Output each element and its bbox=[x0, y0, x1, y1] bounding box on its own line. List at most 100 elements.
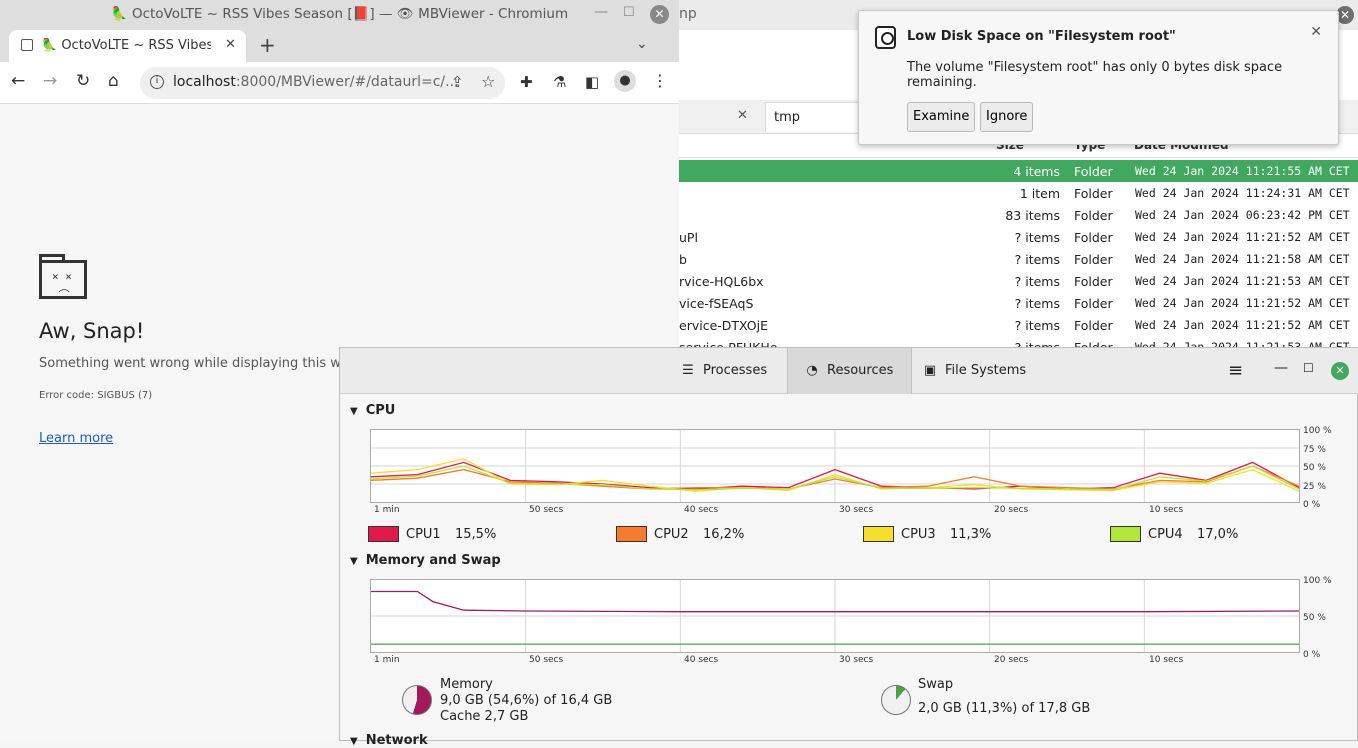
notification-body: The volume "Filesystem root" has only 0 … bbox=[907, 60, 1283, 90]
minimize-icon[interactable]: — bbox=[1274, 360, 1288, 376]
file-size: ? items bbox=[1014, 318, 1060, 333]
ignore-button[interactable]: Ignore bbox=[980, 102, 1034, 132]
swap-info: Swap 2,0 GB (11,3%) of 17,8 GB bbox=[918, 677, 1090, 717]
tab-label: tmp bbox=[774, 110, 801, 125]
file-name: b bbox=[679, 252, 687, 267]
memory-usage: 9,0 GB (54,6%) of 16,4 GB bbox=[440, 693, 613, 708]
extensions-icon[interactable]: ✚ bbox=[520, 73, 533, 91]
color-swatch[interactable] bbox=[616, 526, 647, 542]
tab-file-systems[interactable]: ▣ File Systems bbox=[915, 348, 1055, 394]
browser-tab[interactable]: 🦜 OctoVoLTE ~ RSS Vibes Season [📕] — 👁 M… bbox=[9, 30, 246, 62]
learn-more-link[interactable]: Learn more bbox=[39, 431, 113, 446]
x-tick-label: 30 secs bbox=[839, 505, 874, 515]
x-tick-label: 20 secs bbox=[994, 505, 1029, 515]
bookmark-star-icon[interactable]: ☆ bbox=[481, 72, 495, 91]
chromium-titlebar: 🦜 OctoVoLTE ~ RSS Vibes Season [📕] — 👁 M… bbox=[0, 0, 679, 30]
color-swatch[interactable] bbox=[368, 526, 399, 542]
y-tick-label: 100 % bbox=[1303, 426, 1332, 436]
disk-icon: ▣ bbox=[923, 363, 937, 378]
labs-flask-icon[interactable]: ⚗ bbox=[553, 73, 566, 91]
color-swatch[interactable] bbox=[1110, 526, 1141, 542]
file-name: vice-fSEAqS bbox=[679, 296, 754, 311]
disk-icon bbox=[875, 26, 896, 49]
file-row[interactable]: 83 items Folder Wed 24 Jan 2024 06:23:42 P… bbox=[679, 204, 1358, 226]
window-title: 🦜 OctoVoLTE ~ RSS Vibes Season [📕] — 👁 M… bbox=[110, 6, 569, 22]
cpu-legend-item[interactable]: CPU1 15,5% bbox=[368, 526, 568, 544]
cpu-legend-item[interactable]: CPU4 17,0% bbox=[1110, 526, 1310, 544]
file-type: Folder bbox=[1074, 164, 1113, 179]
file-type: Folder bbox=[1074, 230, 1113, 245]
file-date: Wed 24 Jan 2024 11:21:58 AM CET bbox=[1135, 252, 1350, 266]
x-tick-label: 50 secs bbox=[529, 505, 564, 515]
swap-pie-icon bbox=[881, 685, 911, 715]
close-tab-icon[interactable]: ✕ bbox=[225, 37, 236, 52]
examine-button[interactable]: Examine bbox=[907, 102, 976, 132]
expander-icon: ▼ bbox=[350, 406, 358, 417]
tab-title: 🦜 OctoVoLTE ~ RSS Vibes Season [📕] — 👁 M… bbox=[41, 38, 211, 53]
file-date: Wed 24 Jan 2024 11:21:52 AM CET bbox=[1135, 318, 1350, 332]
file-size: ? items bbox=[1014, 296, 1060, 311]
swap-label: Swap bbox=[918, 677, 954, 692]
tab-strip: 🦜 OctoVoLTE ~ RSS Vibes Season [📕] — 👁 M… bbox=[0, 30, 679, 62]
maximize-icon[interactable]: ☐ bbox=[1303, 361, 1314, 375]
file-row[interactable]: rvice-HQL6bx ? items Folder Wed 24 Jan 2024… bbox=[679, 270, 1358, 292]
page-favicon-icon bbox=[21, 39, 33, 51]
cpu-percent: 17,0% bbox=[1197, 527, 1239, 542]
sad-folder-icon: × × ︵ bbox=[39, 254, 87, 299]
back-icon[interactable]: ← bbox=[11, 71, 25, 91]
hamburger-menu-icon[interactable]: ≡ bbox=[1228, 360, 1243, 381]
close-icon[interactable]: ✕ bbox=[1310, 24, 1322, 40]
url-text[interactable]: localhost:8000/MBViewer/#/dataurl=c/... bbox=[173, 74, 458, 90]
home-icon[interactable]: ⌂ bbox=[108, 71, 119, 91]
address-bar[interactable]: i localhost:8000/MBViewer/#/dataurl=c/..… bbox=[140, 67, 505, 99]
x-tick-label: 40 secs bbox=[684, 655, 719, 665]
file-date: Wed 24 Jan 2024 11:21:52 AM CET bbox=[1135, 296, 1350, 310]
site-info-icon[interactable]: i bbox=[150, 75, 164, 89]
more-menu-icon[interactable]: ⋮ bbox=[652, 71, 668, 90]
cpu-legend-item[interactable]: CPU2 16,2% bbox=[616, 526, 816, 544]
cpu-legend-item[interactable]: CPU3 11,3% bbox=[863, 526, 1063, 544]
memory-cache: Cache 2,7 GB bbox=[440, 709, 529, 724]
file-type: Folder bbox=[1074, 318, 1113, 333]
file-date: Wed 24 Jan 2024 11:21:53 AM CET bbox=[1135, 274, 1350, 288]
file-row[interactable]: ervice-DTXOjE ? items Folder Wed 24 Jan 202… bbox=[679, 314, 1358, 336]
file-date: Wed 24 Jan 2024 11:21:52 AM CET bbox=[1135, 230, 1350, 244]
forward-icon[interactable]: → bbox=[43, 71, 57, 91]
side-panel-icon[interactable]: ◧ bbox=[585, 73, 599, 91]
gauge-icon: ◔ bbox=[806, 363, 818, 378]
file-type: Folder bbox=[1074, 274, 1113, 289]
file-row[interactable]: 1 item Folder Wed 24 Jan 2024 11:24:31 AM … bbox=[679, 182, 1358, 204]
x-tick-label: 10 secs bbox=[1149, 655, 1184, 665]
cpu-name: CPU4 bbox=[1148, 527, 1183, 542]
error-title: Aw, Snap! bbox=[39, 319, 145, 343]
tab-processes[interactable]: ☰ Processes bbox=[670, 348, 786, 394]
y-tick-label: 25 % bbox=[1303, 481, 1326, 492]
reload-icon[interactable]: ↻ bbox=[76, 71, 90, 91]
minimize-icon[interactable]: — bbox=[594, 4, 608, 20]
file-row[interactable]: vice-fSEAqS ? items Folder Wed 24 Jan 2024 … bbox=[679, 292, 1358, 314]
x-tick-label: 50 secs bbox=[529, 655, 564, 665]
color-swatch[interactable] bbox=[863, 526, 894, 542]
file-name: rvice-HQL6bx bbox=[679, 274, 764, 289]
close-icon[interactable]: ✕ bbox=[1331, 362, 1349, 380]
y-tick-label: 75 % bbox=[1303, 444, 1326, 455]
system-monitor-headerbar: ☰ Processes ◔ Resources ▣ File Systems ≡ — … bbox=[340, 348, 1358, 394]
tab-resources[interactable]: ◔ Resources bbox=[787, 348, 912, 394]
list-icon: ☰ bbox=[682, 363, 694, 378]
file-row[interactable]: uPl ? items Folder Wed 24 Jan 2024 11:21:52… bbox=[679, 226, 1358, 248]
clear-location-icon[interactable]: ✕ bbox=[737, 108, 748, 123]
cpu-section-header[interactable]: ▼ CPU bbox=[350, 403, 395, 418]
file-row[interactable]: 4 items Folder Wed 24 Jan 2024 11:21:55 AM… bbox=[679, 160, 1358, 182]
error-code: Error code: SIGBUS (7) bbox=[39, 390, 153, 401]
share-icon[interactable]: ⇪ bbox=[451, 73, 464, 91]
file-manager-title: np bbox=[679, 6, 697, 22]
memory-section-header[interactable]: ▼ Memory and Swap bbox=[350, 553, 501, 568]
file-type: Folder bbox=[1074, 296, 1113, 311]
new-tab-icon[interactable]: + bbox=[259, 33, 276, 57]
profile-avatar-icon[interactable]: ● bbox=[614, 70, 636, 92]
file-name: uPl bbox=[679, 230, 698, 245]
chevron-down-icon[interactable]: ⌄ bbox=[636, 36, 648, 52]
maximize-icon[interactable]: ☐ bbox=[623, 5, 635, 20]
close-icon[interactable]: ✕ bbox=[650, 5, 669, 24]
file-row[interactable]: b ? items Folder Wed 24 Jan 2024 11:21:58 A… bbox=[679, 248, 1358, 270]
